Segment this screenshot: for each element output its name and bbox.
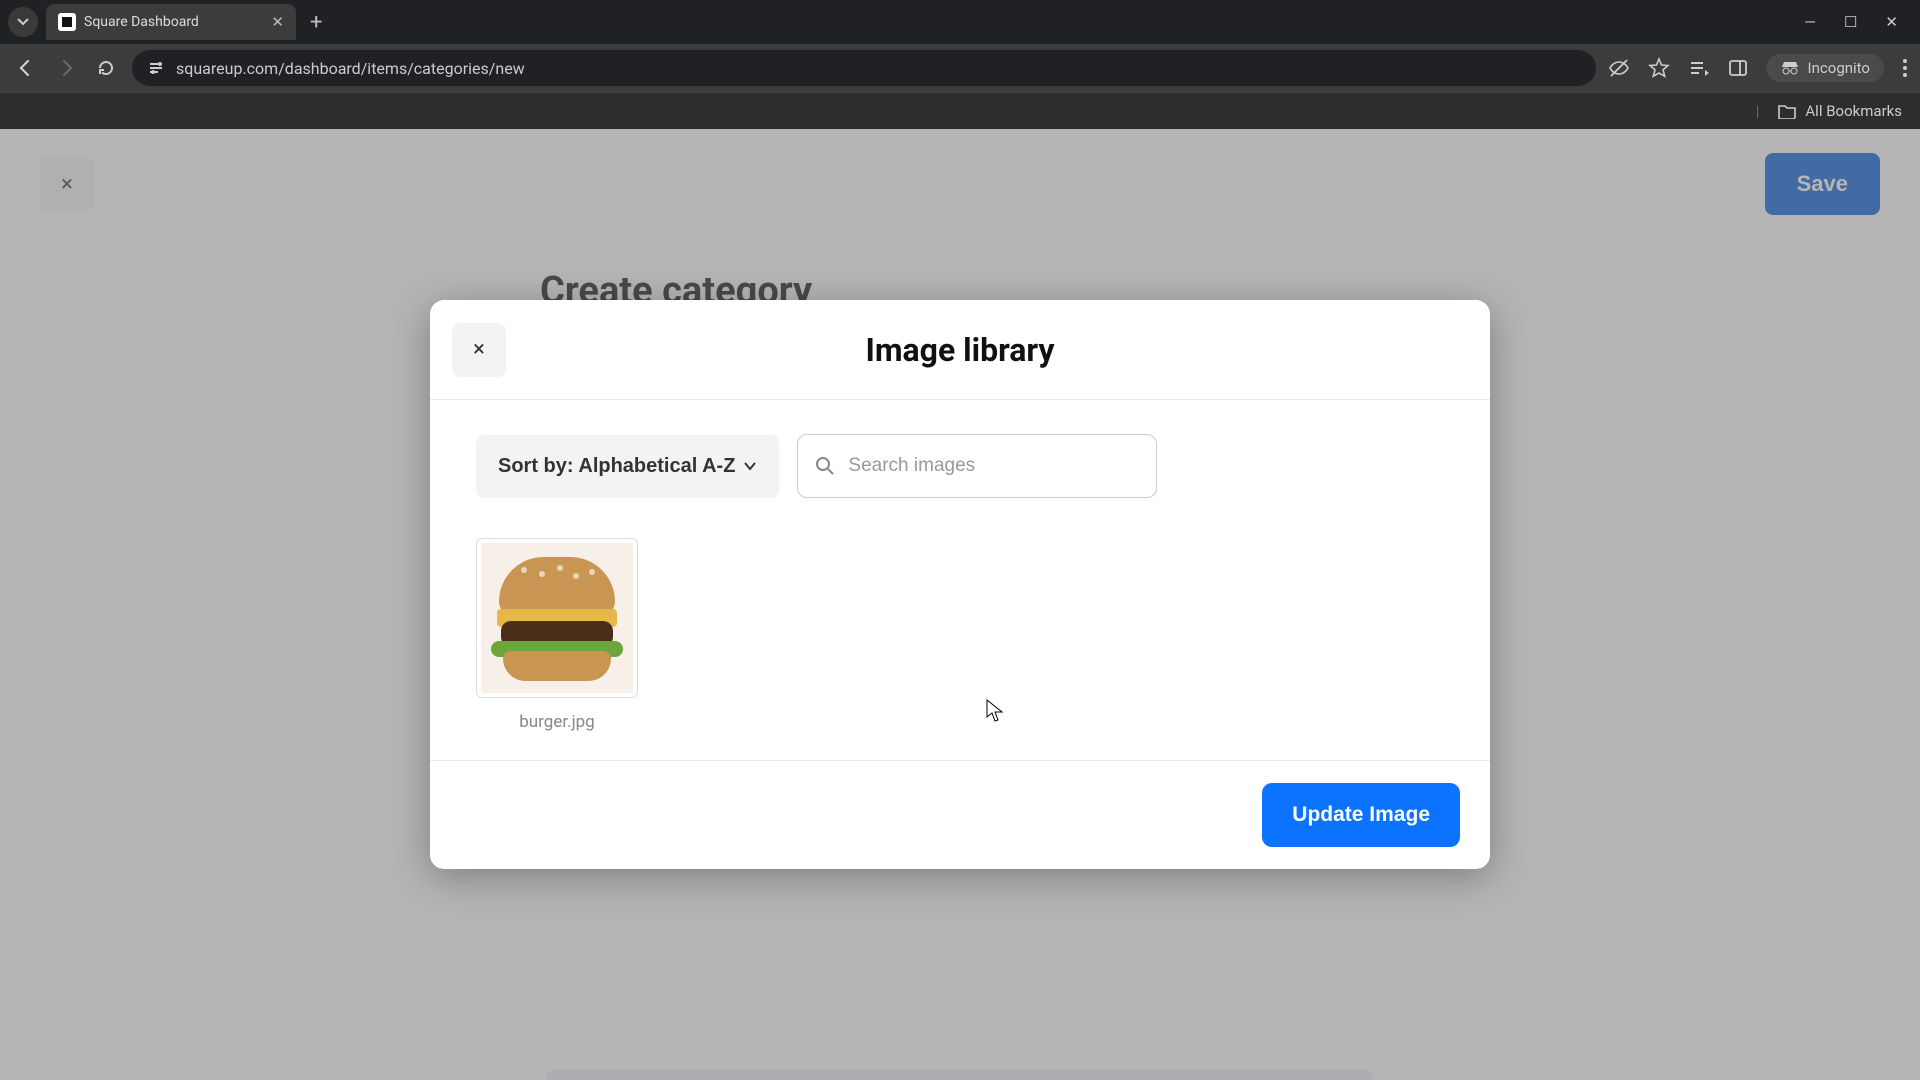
chevron-down-icon <box>17 16 29 28</box>
browser-tab[interactable]: Square Dashboard ✕ <box>46 4 296 40</box>
modal-title: Image library <box>865 331 1054 369</box>
reload-button[interactable] <box>92 54 120 82</box>
toolbar-right: Incognito <box>1608 54 1908 82</box>
sort-dropdown[interactable]: Sort by: Alphabetical A-Z <box>476 435 779 498</box>
update-image-button[interactable]: Update Image <box>1262 783 1460 847</box>
image-library-modal: × Image library Sort by: Alphabetical A-… <box>430 300 1490 869</box>
url-input[interactable]: squareup.com/dashboard/items/categories/… <box>132 50 1596 86</box>
eye-off-icon[interactable] <box>1608 57 1630 79</box>
sort-label: Sort by: Alphabetical A-Z <box>498 455 735 478</box>
bookmarks-bar: | All Bookmarks <box>0 92 1920 129</box>
close-icon: × <box>473 337 485 362</box>
modal-close-button[interactable]: × <box>452 323 506 377</box>
image-item[interactable]: burger.jpg <box>476 538 638 732</box>
incognito-chip[interactable]: Incognito <box>1766 54 1884 82</box>
image-filename: burger.jpg <box>476 712 638 732</box>
url-text: squareup.com/dashboard/items/categories/… <box>176 59 525 78</box>
incognito-label: Incognito <box>1808 59 1870 77</box>
maximize-icon[interactable]: ☐ <box>1844 13 1857 31</box>
back-button[interactable] <box>12 54 40 82</box>
controls-row: Sort by: Alphabetical A-Z <box>476 434 1444 498</box>
tab-bar: Square Dashboard ✕ + — ☐ ✕ <box>0 0 1920 44</box>
square-favicon-icon <box>58 13 76 31</box>
burger-image <box>481 543 633 693</box>
address-bar: squareup.com/dashboard/items/categories/… <box>0 44 1920 92</box>
image-thumbnail[interactable] <box>476 538 638 698</box>
page-content: × Save Create category Add items × Image… <box>0 129 1920 1080</box>
images-grid: burger.jpg <box>476 538 1444 732</box>
browser-chrome: Square Dashboard ✕ + — ☐ ✕ squareup.com/… <box>0 0 1920 129</box>
new-tab-button[interactable]: + <box>310 10 322 35</box>
arrow-left-icon <box>16 58 36 78</box>
incognito-icon <box>1780 61 1800 75</box>
star-icon[interactable] <box>1648 57 1670 79</box>
arrow-right-icon <box>56 58 76 78</box>
chevron-down-icon <box>743 459 757 473</box>
reload-icon <box>96 58 116 78</box>
modal-body: Sort by: Alphabetical A-Z <box>430 400 1490 760</box>
window-controls: — ☐ ✕ <box>1804 13 1912 31</box>
close-window-icon[interactable]: ✕ <box>1885 13 1898 31</box>
tab-title: Square Dashboard <box>84 14 199 30</box>
minimize-icon[interactable]: — <box>1804 13 1816 31</box>
forward-button <box>52 54 80 82</box>
media-icon[interactable] <box>1688 57 1710 79</box>
site-settings-icon[interactable] <box>146 58 166 78</box>
tab-search-button[interactable] <box>8 7 38 37</box>
modal-overlay[interactable]: × Image library Sort by: Alphabetical A-… <box>0 129 1920 1080</box>
search-box[interactable] <box>797 434 1157 498</box>
modal-header: × Image library <box>430 300 1490 400</box>
kebab-menu-icon[interactable] <box>1902 58 1908 78</box>
folder-icon <box>1777 103 1797 119</box>
all-bookmarks-button[interactable]: All Bookmarks <box>1805 102 1902 120</box>
tab-close-icon[interactable]: ✕ <box>271 13 284 31</box>
panel-icon[interactable] <box>1728 58 1748 78</box>
search-input[interactable] <box>848 455 1140 477</box>
search-icon <box>814 455 836 477</box>
modal-footer: Update Image <box>430 760 1490 869</box>
